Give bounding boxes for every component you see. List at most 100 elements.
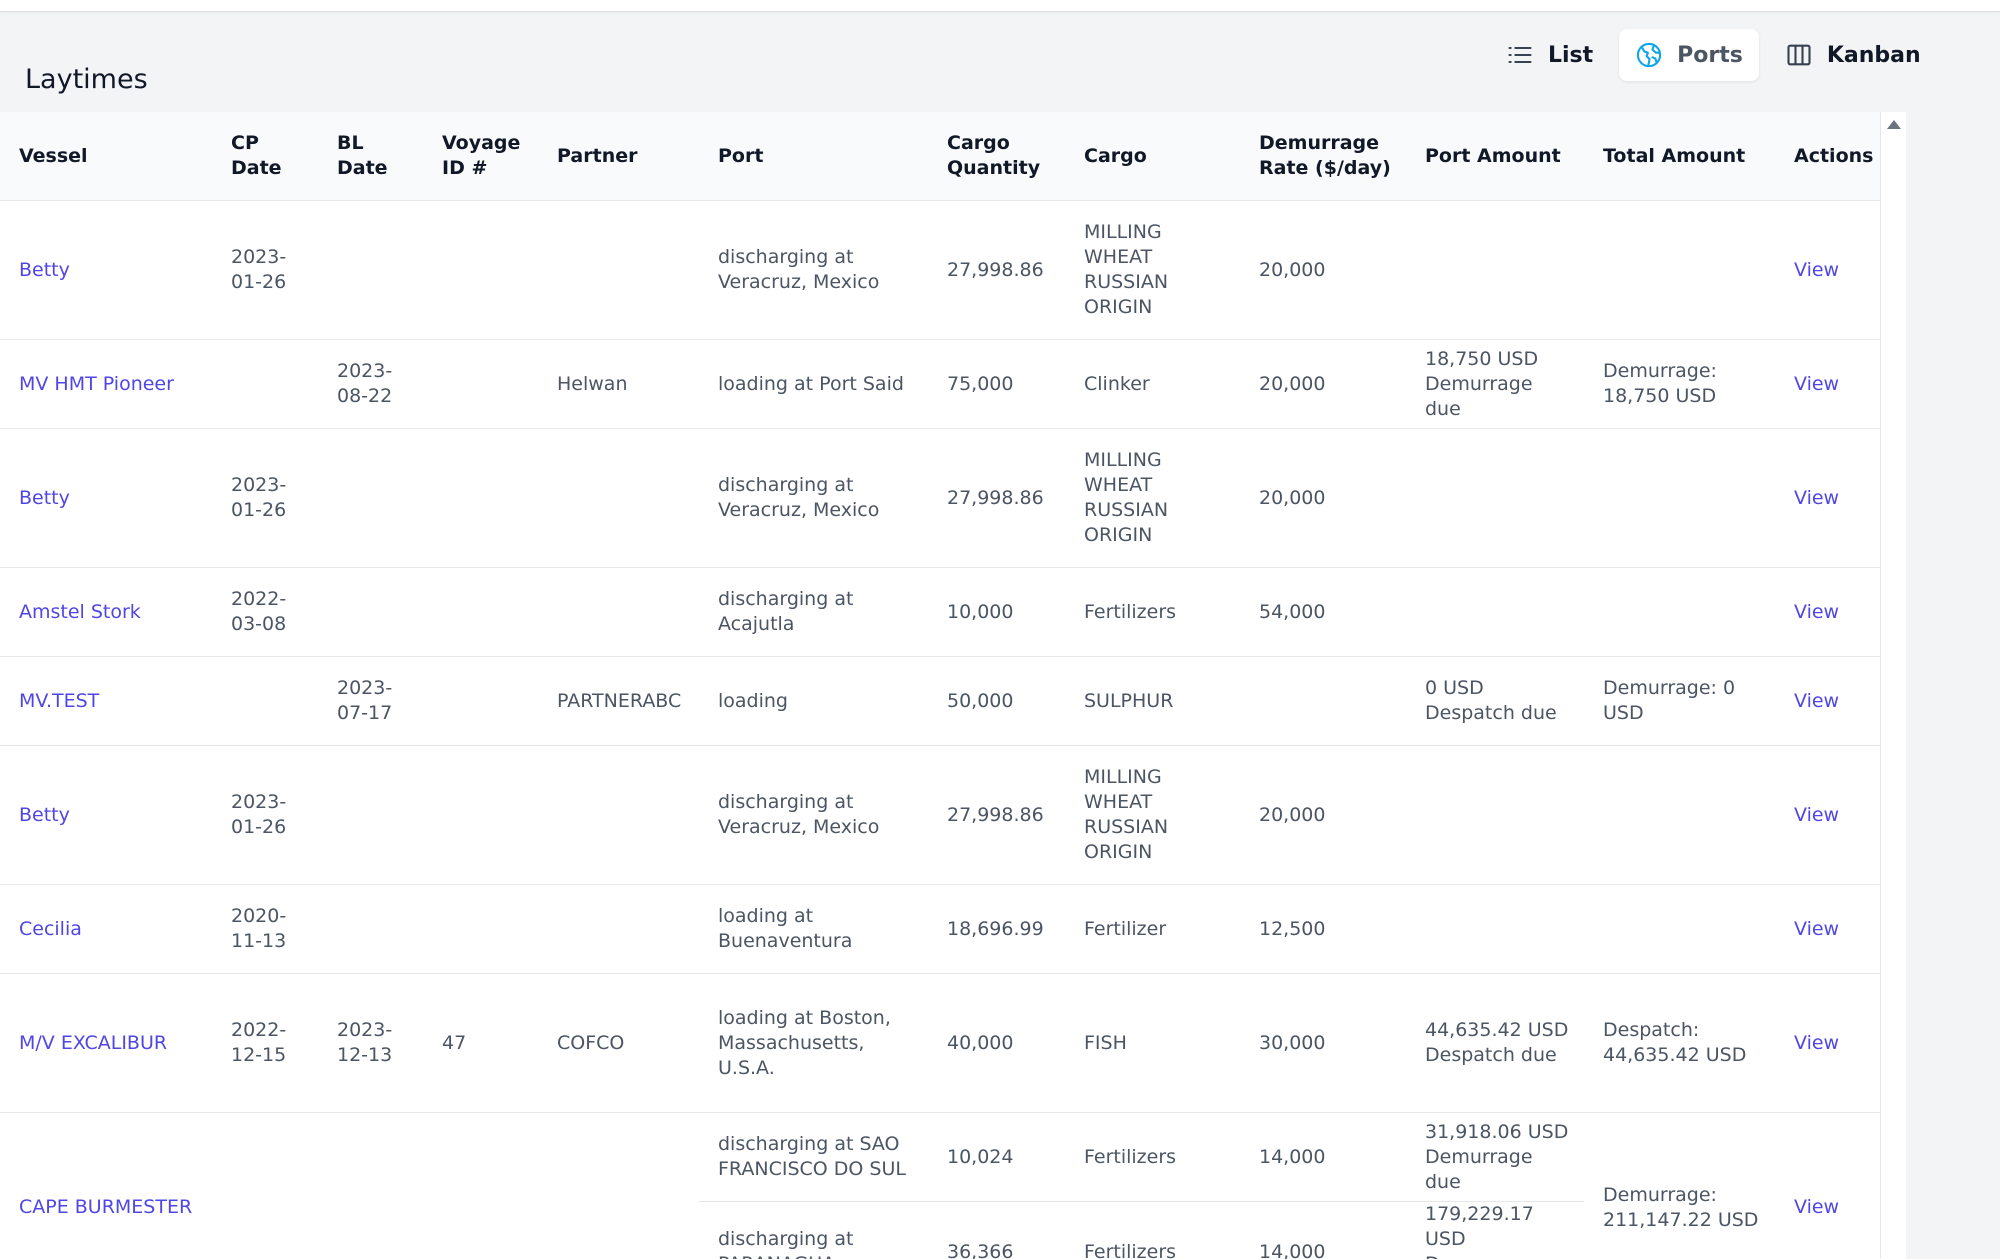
total-amount-cell: Despatch: 44,635.42 USD [1584,973,1775,1113]
partner-cell [538,200,699,340]
voyage-id-cell [423,745,538,885]
bl-date-cell [318,884,423,974]
voyage-id-cell [423,428,538,568]
voyage-id-cell [423,200,538,340]
vessel-link[interactable]: M/V EXCALIBUR [19,1032,167,1054]
port-cell: loading at Boston, Massachusetts, U.S.A. [699,973,928,1113]
cargo-quantity-cell: 36,366 [947,1240,1014,1259]
demurrage-rate-cell: 20,000 [1240,428,1406,568]
vertical-scrollbar[interactable] [1880,112,1907,1259]
bl-date-cell [318,200,423,340]
bl-date-cell [318,745,423,885]
bl-date-cell [318,1113,423,1259]
bl-date-cell [318,428,423,568]
view-switch: List Ports Kanban [1490,28,1937,82]
port-amount-cell [1406,745,1584,885]
port-cell: loading at Buenaventura [699,884,928,974]
total-amount-cell [1584,884,1775,974]
view-link[interactable]: View [1794,690,1839,712]
vessel-link[interactable]: MV.TEST [19,690,99,712]
list-icon [1508,46,1532,64]
col-header-port-amount: Port Amount [1406,112,1584,201]
vessel-link[interactable]: Amstel Stork [19,601,141,623]
voyage-id-cell [423,884,538,974]
col-header-vessel: Vessel [0,112,212,201]
total-amount-cell: Demurrage: 0 USD [1584,656,1775,746]
table-row: Betty 2023-01-26 discharging at Veracruz… [0,200,1880,340]
demurrage-rate-cell: 30,000 [1240,973,1406,1113]
table-row: MV.TEST 2023-07-17 PARTNERABC loading 50… [0,656,1880,746]
port-cell: discharging at PARANAGUA [718,1228,854,1259]
port-cell: discharging at Veracruz, Mexico [699,200,928,340]
table-row: MV HMT Pioneer 2023-08-22 Helwan loading… [0,339,1880,429]
vessel-link[interactable]: MV HMT Pioneer [19,373,174,395]
port-cell: discharging at Veracruz, Mexico [699,428,928,568]
partner-cell [538,884,699,974]
page-background-right [1906,112,2000,1259]
vessel-link[interactable]: CAPE BURMESTER [19,1196,192,1218]
demurrage-rate-cell: 20,000 [1240,745,1406,885]
cargo-quantity-cell: 18,696.99 [928,884,1065,974]
vessel-link[interactable]: Betty [19,259,70,281]
cp-date-cell [212,656,318,746]
cargo-quantity-cell: 27,998.86 [928,745,1065,885]
vessel-link[interactable]: Cecilia [19,918,82,940]
cargo-quantity-cell: 10,000 [928,567,1065,657]
table-row: CAPE BURMESTER discharging at SAO FRANCI… [0,1112,1880,1231]
view-link[interactable]: View [1794,1032,1839,1054]
cargo-quantity-cell: 27,998.86 [928,200,1065,340]
col-header-cargo: Cargo [1065,112,1240,201]
cp-date-cell: 2022-12-15 [212,973,318,1113]
col-header-actions: Actions [1775,112,1880,201]
total-amount-cell: Demurrage: 18,750 USD [1584,339,1775,429]
view-link[interactable]: View [1794,601,1839,623]
globe-icon [1637,42,1662,68]
ports-view-button[interactable]: Ports [1619,29,1759,81]
voyage-id-cell: 47 [423,973,538,1113]
view-link[interactable]: View [1794,918,1839,940]
port-amount-cell [1406,200,1584,340]
cargo-cell: Fertilizers [1065,1112,1240,1202]
cargo-cell: Fertilizers [1084,1240,1177,1259]
laytimes-table-container[interactable]: Vessel CP Date BL Date Voyage ID # Partn… [0,112,1880,1259]
vessel-link[interactable]: Betty [19,804,70,826]
cargo-quantity-cell: 50,000 [928,656,1065,746]
view-link[interactable]: View [1794,487,1839,509]
partner-cell: COFCO [538,973,699,1113]
port-cell: loading at Port Said [699,339,928,429]
port-amount-cell: 31,918.06 USD Demurrage due [1406,1112,1584,1202]
col-header-voyage-id: Voyage ID # [423,112,538,201]
top-bar [0,0,2000,12]
scroll-up-arrow-icon[interactable] [1887,120,1901,129]
total-amount-cell: Demurrage: 211,147.22 USD [1603,1183,1759,1231]
view-link[interactable]: View [1794,259,1839,281]
partner-cell [538,567,699,657]
table-row: Amstel Stork 2022-03-08 discharging at A… [0,567,1880,657]
kanban-view-label: Kanban [1826,42,1921,68]
vessel-link[interactable]: Betty [19,487,70,509]
port-cell: loading [699,656,928,746]
bl-date-cell: 2023-07-17 [318,656,423,746]
cargo-quantity-cell: 27,998.86 [928,428,1065,568]
cp-date-cell: 2023-01-26 [212,200,318,340]
col-header-partner: Partner [538,112,699,201]
port-amount-cell: 0 USD Despatch due [1406,656,1584,746]
kanban-view-button[interactable]: Kanban [1769,29,1937,81]
cargo-cell: MILLING WHEAT RUSSIAN ORIGIN [1065,428,1240,568]
cargo-cell: Fertilizers [1065,567,1240,657]
cargo-quantity-cell: 10,024 [928,1112,1065,1202]
demurrage-rate-cell: 14,000 [1240,1112,1406,1202]
list-view-button[interactable]: List [1490,29,1609,81]
col-header-cargo-quantity: Cargo Quantity [928,112,1065,201]
col-header-total-amount: Total Amount [1584,112,1775,201]
view-link[interactable]: View [1794,804,1839,826]
voyage-id-cell [423,567,538,657]
port-amount-cell: 18,750 USD Demurrage due [1406,339,1584,429]
bl-date-cell [318,567,423,657]
view-link[interactable]: View [1794,373,1839,395]
laytimes-table: Vessel CP Date BL Date Voyage ID # Partn… [0,112,1880,1259]
col-header-bl-date: BL Date [318,112,423,201]
cp-date-cell [212,339,318,429]
port-amount-cell [1406,428,1584,568]
view-link[interactable]: View [1794,1196,1839,1218]
